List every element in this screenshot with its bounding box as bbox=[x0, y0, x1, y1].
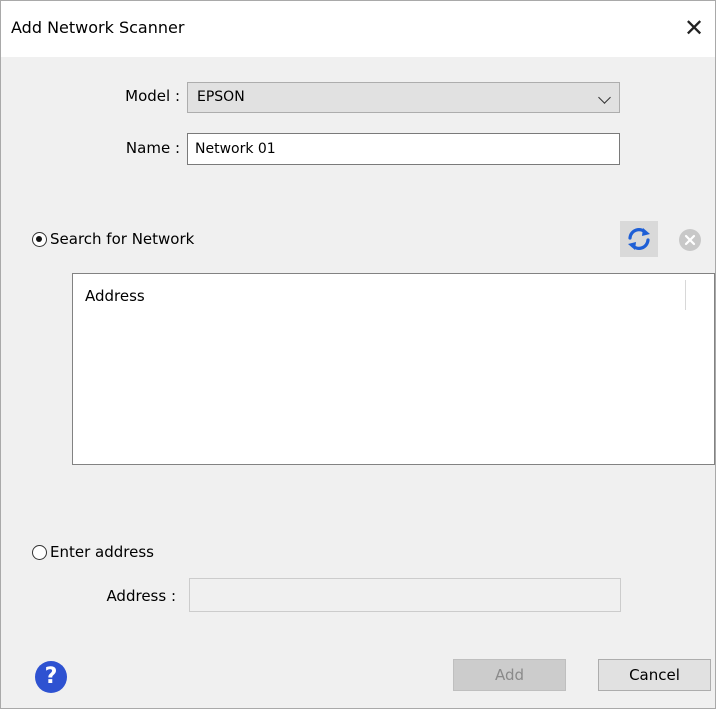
add-button: Add bbox=[453, 659, 566, 691]
model-select[interactable]: EPSON bbox=[187, 82, 620, 113]
enter-address-option[interactable]: Enter address bbox=[32, 543, 154, 561]
model-select-value: EPSON bbox=[197, 89, 245, 105]
help-icon[interactable]: ? bbox=[35, 661, 67, 693]
search-for-network-radio[interactable] bbox=[32, 231, 47, 247]
column-divider[interactable] bbox=[685, 280, 686, 310]
network-scanner-list[interactable]: Address bbox=[72, 273, 715, 465]
cancel-button[interactable]: Cancel bbox=[598, 659, 711, 691]
dialog-title: Add Network Scanner bbox=[11, 18, 185, 37]
name-field[interactable] bbox=[187, 133, 620, 165]
search-for-network-label: Search for Network bbox=[50, 230, 195, 248]
address-label: Address : bbox=[106, 587, 176, 605]
refresh-icon bbox=[628, 228, 650, 250]
refresh-button[interactable] bbox=[620, 221, 658, 257]
close-icon[interactable]: ✕ bbox=[681, 13, 707, 43]
cancel-circle-icon[interactable] bbox=[679, 229, 701, 251]
enter-address-radio[interactable] bbox=[32, 544, 47, 560]
address-column-header[interactable]: Address bbox=[85, 287, 145, 305]
name-label: Name : bbox=[125, 139, 180, 157]
chevron-down-icon bbox=[598, 91, 611, 104]
enter-address-label: Enter address bbox=[50, 543, 154, 561]
address-field bbox=[189, 578, 621, 612]
add-network-scanner-dialog: Add Network Scanner ✕ Model : EPSON Name… bbox=[0, 0, 716, 709]
dialog-body: Model : EPSON Name : Search for Network bbox=[1, 57, 715, 708]
search-for-network-option[interactable]: Search for Network bbox=[32, 230, 194, 248]
title-bar: Add Network Scanner ✕ bbox=[1, 1, 715, 57]
close-icon bbox=[684, 234, 696, 246]
model-label: Model : bbox=[125, 87, 180, 105]
